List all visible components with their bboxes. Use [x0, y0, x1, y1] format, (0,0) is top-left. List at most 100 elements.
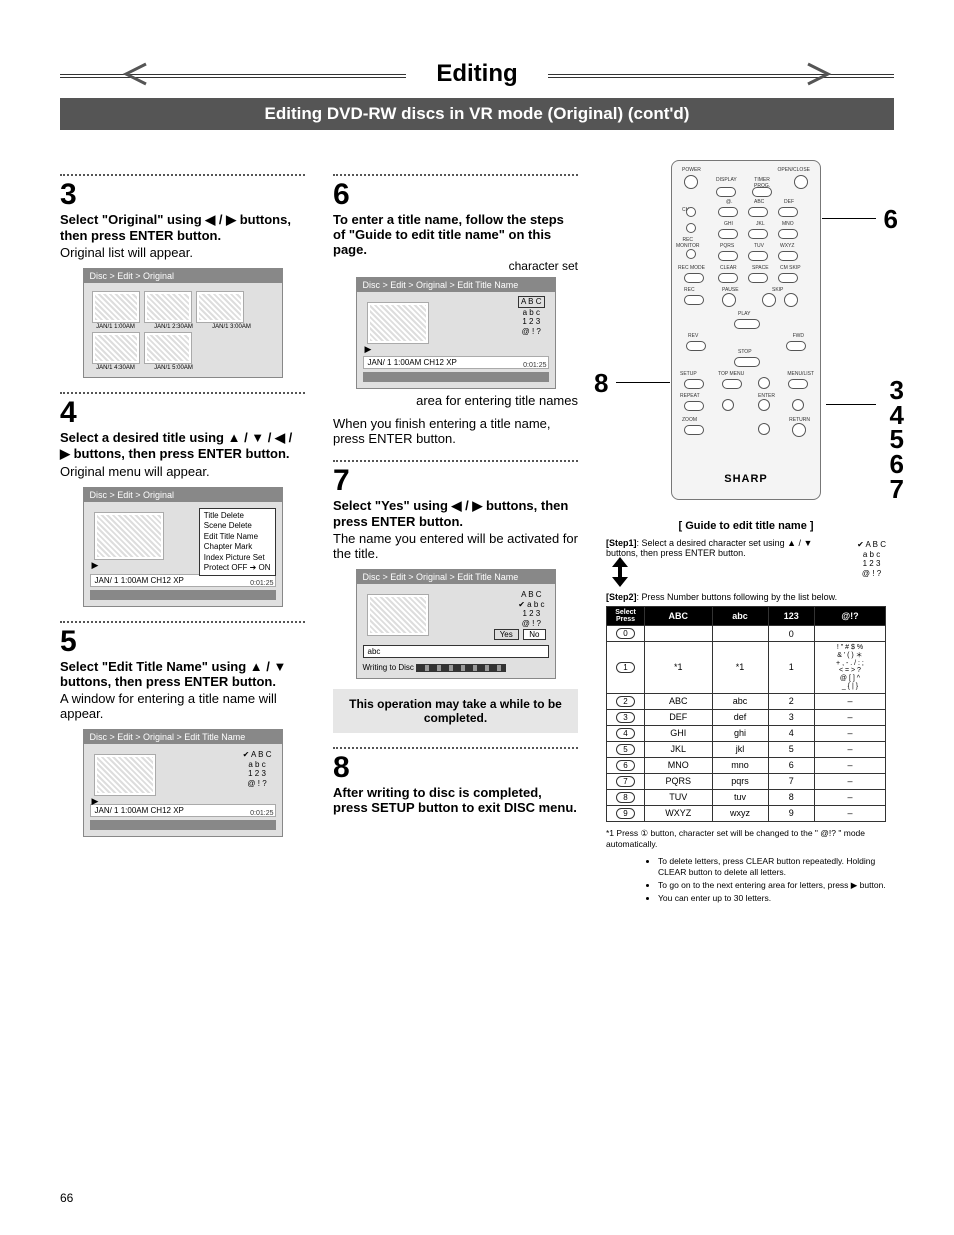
label-entry-area: area for entering title names	[333, 393, 578, 408]
info-line: JAN/ 1 1:00AM CH12 XP	[90, 804, 276, 817]
charset-row: a b c	[243, 760, 272, 770]
option-no: No	[523, 629, 545, 640]
input-title: abc	[363, 645, 549, 658]
info-line: JAN/ 1 1:00AM CH12 XP	[363, 356, 549, 369]
page-subtitle: Editing DVD-RW discs in VR mode (Origina…	[60, 98, 894, 130]
step-4-title: Select a desired title using ▲ / ▼ / ◀ /…	[60, 430, 305, 462]
character-table: Select Press ABC abc 123 @!? 001*1*11! "…	[606, 606, 886, 821]
step-4-body: Original menu will appear.	[60, 464, 305, 479]
col-head: @!?	[814, 607, 885, 626]
popup-item: Edit Title Name	[204, 532, 271, 542]
guide-step2-label: [Step2]	[606, 592, 637, 602]
screen-path: Disc > Edit > Original	[84, 488, 282, 502]
table-row: 4GHIghi4–	[607, 725, 886, 741]
table-row: 6MNOmno6–	[607, 757, 886, 773]
step-7-title: Select "Yes" using ◀ / ▶ buttons, then p…	[333, 498, 578, 529]
charset-row: a b c	[527, 600, 544, 609]
guide-notes: To delete letters, press CLEAR button re…	[606, 856, 886, 904]
screen-original-menu: Disc > Edit > Original ▶ Title Delete Sc…	[83, 487, 283, 607]
charset-row: A B C	[518, 590, 544, 600]
guide-title: [ Guide to edit title name ]	[606, 520, 886, 532]
col-head: abc	[712, 607, 768, 626]
charset-list: ✔ A B C a b c 1 2 3 @ ! ?	[243, 750, 272, 788]
screen-path: Disc > Edit > Original > Edit Title Name	[357, 570, 555, 584]
popup-item: Chapter Mark	[204, 542, 271, 552]
charset-row: 1 2 3	[518, 609, 544, 619]
guide-step1: [Step1]: Select a desired character set …	[606, 538, 841, 558]
popup-item: Index Picture Set	[204, 553, 271, 563]
label-charset: character set	[333, 259, 578, 273]
writing-label: Writing to Disc	[363, 663, 414, 672]
table-row: 3DEFdef3–	[607, 709, 886, 725]
popup-item: Protect OFF ➔ ON	[204, 563, 271, 573]
guide-charset: ✔ A B C a b c 1 2 3 @ ! ?	[857, 540, 886, 578]
col-head: ABC	[645, 607, 713, 626]
callout-7: 7	[890, 477, 904, 502]
step-5-title: Select "Edit Title Name" using ▲ / ▼ but…	[60, 659, 305, 689]
step-3-body: Original list will appear.	[60, 245, 305, 260]
charset-row: a b c	[518, 308, 544, 318]
step-7-body: The name you entered will be activated f…	[333, 531, 578, 561]
col-corner: Select Press	[607, 607, 645, 626]
table-row: 7PQRSpqrs7–	[607, 773, 886, 789]
charset-row: 1 2 3	[518, 317, 544, 327]
step-3-number: 3	[60, 180, 305, 210]
step-5-number: 5	[60, 627, 305, 657]
table-row: 2ABCabc2–	[607, 693, 886, 709]
guide-step2: [Step2]: Press Number buttons following …	[606, 592, 886, 602]
charset-row: @ ! ?	[518, 327, 544, 337]
thumb-label: JAN/1 5:00AM	[148, 365, 200, 371]
note-box: This operation may take a while to be co…	[333, 689, 578, 733]
time-bar	[363, 372, 549, 382]
page-title: Editing	[406, 60, 547, 88]
table-row: 8TUVtuv8–	[607, 789, 886, 805]
option-yes: Yes	[494, 629, 519, 640]
popup-menu: Title Delete Scene Delete Edit Title Nam…	[199, 508, 276, 576]
charset-row: @ ! ?	[518, 619, 544, 629]
remote-control: POWER OPEN/CLOSE DISPLAY TIMERPROG. @.AB…	[671, 160, 821, 500]
step-5-body: A window for entering a title name will …	[60, 691, 305, 721]
screen-edit-title-7: Disc > Edit > Original > Edit Title Name…	[356, 569, 556, 679]
page-title-ribbon: Editing	[60, 60, 894, 88]
charset-row: A B C	[251, 750, 271, 759]
step-7-number: 7	[333, 466, 578, 496]
step-4-number: 4	[60, 398, 305, 428]
step-6-title: To enter a title name, follow the steps …	[333, 212, 578, 257]
screen-edit-title-6: Disc > Edit > Original > Edit Title Name…	[356, 277, 556, 389]
remote-brand: SHARP	[672, 473, 820, 485]
footnote-star: *1 Press ① button, character set will be…	[606, 828, 886, 850]
table-row: 1*1*11! " # $ % & ' ( ) ＊ + , - . / : ; …	[607, 642, 886, 693]
guide-note: To delete letters, press CLEAR button re…	[658, 856, 886, 878]
charset-row: 1 2 3	[243, 769, 272, 779]
popup-item: Scene Delete	[204, 521, 271, 531]
step-6-number: 6	[333, 180, 578, 210]
step-8-number: 8	[333, 753, 578, 783]
up-down-arrow-icon	[606, 555, 634, 589]
step-6-body2: When you finish entering a title name, p…	[333, 416, 578, 446]
screen-original-list: Disc > Edit > Original JAN/1 1:00AM JAN/…	[83, 268, 283, 378]
callout-3: 3	[890, 378, 904, 403]
callout-6: 6	[884, 204, 898, 235]
popup-item: Title Delete	[204, 511, 271, 521]
thumb-label: JAN/1 3:00AM	[206, 324, 258, 330]
guide-note: You can enter up to 30 letters.	[658, 893, 886, 904]
step-8-title: After writing to disc is completed, pres…	[333, 785, 578, 815]
screen-edit-title-5: Disc > Edit > Original > Edit Title Name…	[83, 729, 283, 837]
time-bar	[90, 590, 276, 600]
charset-list: A B C a b c 1 2 3 @ ! ?	[518, 296, 544, 336]
guide-note: To go on to the next entering area for l…	[658, 880, 886, 891]
table-row: 5JKLjkl5–	[607, 741, 886, 757]
table-row: 9WXYZwxyz9–	[607, 805, 886, 821]
charset-row: @ ! ?	[243, 779, 272, 789]
guide-step1-label: [Step1]	[606, 538, 637, 548]
guide-step2-text: : Press Number buttons following by the …	[637, 592, 838, 602]
screen-path: Disc > Edit > Original	[84, 269, 282, 283]
page-number: 66	[60, 1191, 73, 1205]
guide-step1-text: : Select a desired character set using ▲…	[606, 538, 812, 558]
screen-path: Disc > Edit > Original > Edit Title Name	[84, 730, 282, 744]
screen-path: Disc > Edit > Original > Edit Title Name	[357, 278, 555, 292]
charset-row: A B C	[518, 296, 544, 308]
time-bar	[90, 820, 276, 830]
remote-diagram: POWER OPEN/CLOSE DISPLAY TIMERPROG. @.AB…	[616, 160, 876, 500]
charset-list: A B C ✔ a b c 1 2 3 @ ! ?	[518, 590, 544, 628]
